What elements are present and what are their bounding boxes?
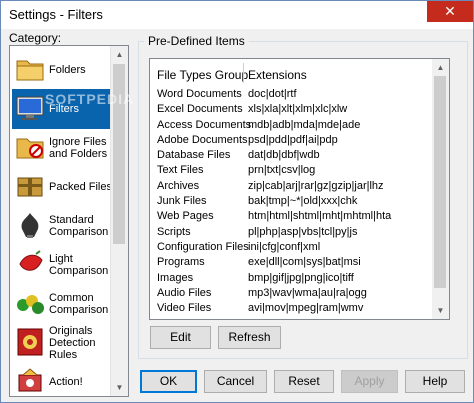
- close-button[interactable]: ✕: [427, 1, 473, 22]
- table-row[interactable]: Web Pages htm|html|shtml|mht|mhtml|hta: [150, 209, 433, 224]
- file-type-group: Word Documents: [157, 88, 242, 100]
- file-type-extensions: pl|php|asp|vbs|tcl|py|js: [248, 225, 358, 238]
- file-type-group: Archives: [157, 179, 200, 192]
- table-row[interactable]: Excel Documents xls|xla|xlt|xlm|xlc|xlw: [150, 102, 433, 117]
- list-rows: Word Documents doc|dot|rtf Excel Documents…: [150, 87, 433, 316]
- table-row[interactable]: Archives zip|cab|arj|rar|gz|gzip|jar|lhz: [150, 179, 433, 194]
- close-icon: ✕: [444, 3, 456, 19]
- category-item-label: Packed Files: [49, 181, 112, 193]
- category-item-label: Light Comparison: [49, 253, 109, 277]
- window-title: Settings - Filters: [9, 7, 103, 22]
- list-scroll-thumb[interactable]: [434, 76, 446, 288]
- cancel-button[interactable]: Cancel: [204, 370, 267, 393]
- category-item-label: Ignore Files and Folders: [49, 136, 108, 160]
- file-type-extensions: mp3|wav|wma|au|ra|ogg: [248, 286, 367, 299]
- filter-monitor-icon: [14, 92, 46, 124]
- file-type-extensions: psd|pdd|pdf|ai|pdp: [248, 133, 338, 146]
- common-comparison-icon: [14, 287, 46, 319]
- file-type-extensions: avi|mov|mpeg|ram|wmv: [248, 302, 364, 315]
- table-row[interactable]: Word Documents doc|dot|rtf: [150, 87, 433, 102]
- file-type-extensions: zip|cab|arj|rar|gz|gzip|jar|lhz: [248, 179, 384, 192]
- predefined-label: Pre-Defined Items: [144, 34, 249, 48]
- file-type-extensions: bmp|gif|jpg|png|ico|tiff: [248, 271, 354, 284]
- table-row[interactable]: Junk Files bak|tmp|~*|old|xxx|chk: [150, 194, 433, 209]
- table-row[interactable]: Programs exe|dll|com|sys|bat|msi: [150, 255, 433, 270]
- file-type-group: Text Files: [157, 164, 204, 177]
- file-type-extensions: htm|html|shtml|mht|mhtml|hta: [248, 210, 392, 223]
- ignore-folder-icon: [14, 131, 46, 163]
- category-label: Category:: [9, 31, 62, 45]
- reset-button[interactable]: Reset: [274, 370, 334, 393]
- file-type-group: Programs: [157, 256, 205, 269]
- light-comparison-icon: [14, 248, 46, 280]
- category-item-common-comparison[interactable]: Common Comparison: [12, 284, 111, 324]
- file-type-group: Junk Files: [157, 195, 207, 208]
- folder-icon: [14, 53, 46, 85]
- table-row[interactable]: Text Files prn|txt|csv|log: [150, 163, 433, 178]
- category-item-label: Folders: [49, 64, 86, 76]
- help-button[interactable]: Help: [405, 370, 465, 393]
- list-scrollbar[interactable]: ▲ ▼: [432, 59, 449, 319]
- list-header: File Types Group Extensions: [150, 59, 433, 87]
- table-row[interactable]: Scripts pl|php|asp|vbs|tcl|py|js: [150, 225, 433, 240]
- file-type-extensions: doc|dot|rtf: [248, 88, 297, 100]
- file-type-group: Access Documents: [157, 118, 252, 131]
- title-bar: Settings - Filters ✕: [1, 1, 473, 29]
- list-scroll-down-icon[interactable]: ▼: [432, 302, 449, 319]
- table-row[interactable]: Access Documents mdb|adb|mda|mde|ade: [150, 118, 433, 133]
- category-item-label: Common Comparison: [49, 292, 109, 316]
- table-row[interactable]: Database Files dat|db|dbf|wdb: [150, 148, 433, 163]
- file-type-group: Database Files: [157, 149, 231, 162]
- file-types-list[interactable]: File Types Group Extensions Word Documen…: [149, 58, 450, 320]
- category-item-label: Action!: [49, 376, 83, 388]
- table-row[interactable]: Images bmp|gif|jpg|png|ico|tiff: [150, 271, 433, 286]
- action-icon: [14, 365, 46, 396]
- file-type-extensions: dat|db|dbf|wdb: [248, 149, 320, 162]
- file-type-extensions: ini|cfg|conf|xml: [248, 240, 321, 253]
- header-extensions[interactable]: Extensions: [248, 68, 307, 82]
- category-item-label: Standard Comparison: [49, 214, 109, 238]
- edit-button[interactable]: Edit: [150, 326, 211, 349]
- file-type-group: Adobe Documents: [157, 133, 248, 146]
- category-item-originals-detection-rules[interactable]: Originals Detection Rules: [12, 323, 111, 363]
- file-type-group: Images: [157, 271, 194, 284]
- file-type-group: Configuration Files: [157, 240, 249, 253]
- list-scroll-up-icon[interactable]: ▲: [432, 59, 449, 76]
- table-row[interactable]: Configuration Files ini|cfg|conf|xml: [150, 240, 433, 255]
- standard-comparison-icon: [14, 209, 46, 241]
- category-item-folders[interactable]: Folders: [12, 50, 111, 90]
- table-row[interactable]: Audio Files mp3|wav|wma|au|ra|ogg: [150, 286, 433, 301]
- file-type-group: Video Files: [157, 302, 212, 315]
- scroll-down-icon[interactable]: ▼: [111, 379, 128, 396]
- packed-files-icon: [14, 170, 46, 202]
- file-type-group: Audio Files: [157, 286, 212, 299]
- file-type-extensions: exe|dll|com|sys|bat|msi: [248, 256, 361, 269]
- category-item-standard-comparison[interactable]: Standard Comparison: [12, 206, 111, 246]
- file-type-extensions: bak|tmp|~*|old|xxx|chk: [248, 195, 358, 208]
- apply-button[interactable]: Apply: [341, 370, 398, 393]
- scroll-up-icon[interactable]: ▲: [111, 46, 128, 63]
- file-type-extensions: xls|xla|xlt|xlm|xlc|xlw: [248, 103, 348, 116]
- table-row[interactable]: Adobe Documents psd|pdd|pdf|ai|pdp: [150, 133, 433, 148]
- settings-window: Settings - Filters ✕ Category: Folders Fi…: [0, 0, 474, 403]
- originals-detection-icon: [14, 326, 46, 358]
- category-item-ignore-files-and-folders[interactable]: Ignore Files and Folders: [12, 128, 111, 168]
- file-type-extensions: mdb|adb|mda|mde|ade: [248, 118, 361, 131]
- header-file-types-group[interactable]: File Types Group: [157, 68, 248, 82]
- category-item-packed-files[interactable]: Packed Files: [12, 167, 112, 207]
- ok-button[interactable]: OK: [140, 370, 197, 393]
- watermark: SOFTPEDIA: [45, 91, 135, 107]
- file-type-group: Web Pages: [157, 210, 214, 223]
- category-item-label: Originals Detection Rules: [49, 325, 96, 361]
- file-type-group: Excel Documents: [157, 103, 243, 116]
- refresh-button[interactable]: Refresh: [218, 326, 281, 349]
- file-type-group: Scripts: [157, 225, 191, 238]
- category-item-action[interactable]: Action!: [12, 362, 111, 396]
- table-row[interactable]: Video Files avi|mov|mpeg|ram|wmv: [150, 301, 433, 316]
- file-type-extensions: prn|txt|csv|log: [248, 164, 316, 177]
- category-item-light-comparison[interactable]: Light Comparison: [12, 245, 111, 285]
